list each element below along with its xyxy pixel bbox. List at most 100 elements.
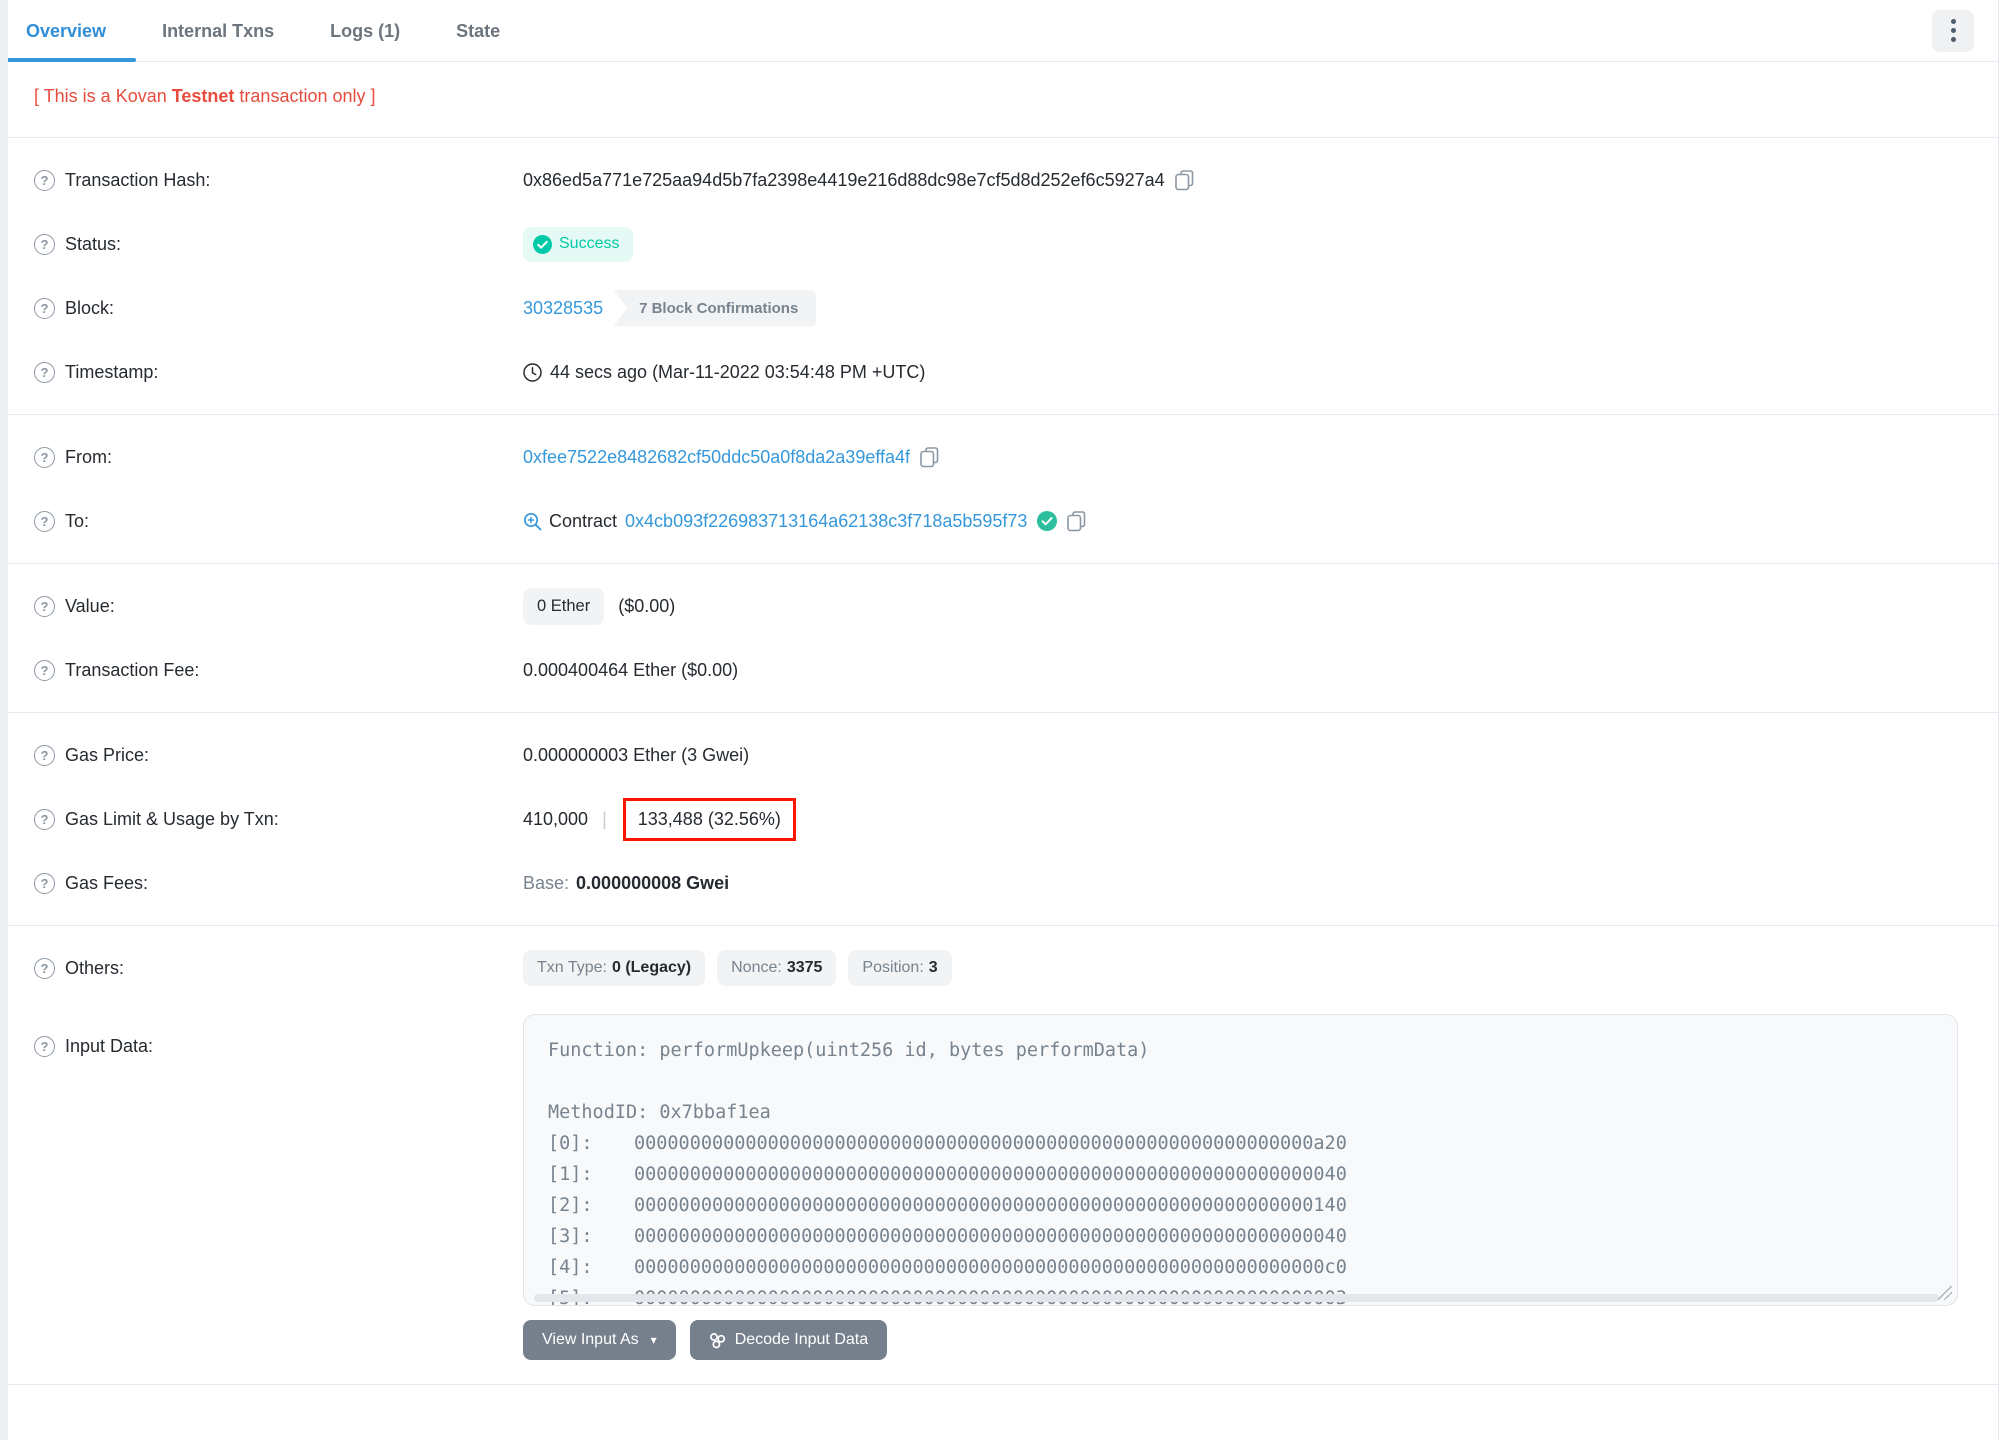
help-icon[interactable]: ? bbox=[34, 510, 55, 532]
transaction-overview-card: Overview Internal Txns Logs (1) State [ … bbox=[8, 0, 1999, 1440]
position-value: 3 bbox=[928, 959, 938, 976]
notice-bold: Testnet bbox=[171, 86, 235, 106]
nonce-label: Nonce: bbox=[731, 959, 782, 976]
tab-bar: Overview Internal Txns Logs (1) State bbox=[8, 0, 1998, 62]
gas-fees-label: Gas Fees: bbox=[65, 872, 149, 893]
active-tab-underline bbox=[8, 58, 136, 62]
tab-state[interactable]: State bbox=[456, 0, 500, 62]
row-timestamp: ? Timestamp: 44 secs ago (Mar-11-2022 03… bbox=[34, 340, 1972, 404]
to-contract-word: Contract bbox=[549, 510, 618, 531]
testnet-notice: [ This is a Kovan Testnet transaction on… bbox=[8, 62, 1998, 138]
copy-icon[interactable] bbox=[920, 446, 939, 468]
help-icon[interactable]: ? bbox=[34, 957, 55, 979]
input-param-line: [1]: 000000000000000000000000000000000000… bbox=[548, 1164, 1347, 1185]
horizontal-scrollbar[interactable] bbox=[534, 1294, 1939, 1302]
input-param-line: [3]: 000000000000000000000000000000000000… bbox=[548, 1226, 1347, 1247]
notice-suffix: transaction only ] bbox=[234, 86, 376, 106]
status-label: Status: bbox=[65, 233, 122, 254]
gas-usage-value: 133,488 (32.56%) bbox=[637, 808, 781, 829]
help-icon[interactable]: ? bbox=[34, 659, 55, 681]
section-hash-status-block: ? Transaction Hash: 0x86ed5a771e725aa94d… bbox=[8, 138, 1998, 414]
tab-overview-label: Overview bbox=[26, 20, 107, 41]
row-status: ? Status: Success bbox=[34, 212, 1972, 276]
help-icon[interactable]: ? bbox=[34, 1036, 55, 1057]
transaction-fee-value: 0.000400464 Ether ($0.00) bbox=[523, 659, 739, 680]
help-icon[interactable]: ? bbox=[34, 169, 55, 191]
tab-overview[interactable]: Overview bbox=[8, 0, 136, 62]
section-others-input: ? Others: Txn Type: 0 (Legacy) Nonce: 33… bbox=[8, 925, 1998, 1385]
tab-logs[interactable]: Logs (1) bbox=[330, 0, 400, 62]
status-text: Success bbox=[559, 235, 620, 252]
gas-fees-base-label: Base: bbox=[523, 872, 570, 893]
kebab-dots-icon bbox=[1950, 19, 1956, 24]
transaction-fee-label: Transaction Fee: bbox=[65, 659, 200, 680]
clock-icon bbox=[523, 362, 542, 382]
help-icon[interactable]: ? bbox=[34, 808, 55, 830]
gas-fees-base-value: 0.000000008 Gwei bbox=[576, 872, 730, 893]
to-label: To: bbox=[65, 510, 90, 531]
help-icon[interactable]: ? bbox=[34, 595, 55, 617]
input-param-line: [4]: 000000000000000000000000000000000000… bbox=[548, 1257, 1347, 1278]
gas-usage-annotation-box: 133,488 (32.56%) bbox=[622, 797, 796, 841]
transaction-hash-value: 0x86ed5a771e725aa94d5b7fa2398e4419e216d8… bbox=[523, 169, 1165, 190]
gas-price-label: Gas Price: bbox=[65, 744, 150, 765]
more-options-button[interactable] bbox=[1932, 9, 1974, 52]
resize-handle[interactable] bbox=[1938, 1286, 1952, 1300]
help-icon[interactable]: ? bbox=[34, 744, 55, 766]
value-amount-badge: 0 Ether bbox=[523, 587, 605, 625]
view-input-as-button[interactable]: View Input As ▾ bbox=[523, 1320, 676, 1360]
block-confirmations-badge: 7 Block Confirmations bbox=[613, 289, 817, 327]
view-input-as-label: View Input As bbox=[542, 1331, 639, 1348]
from-label: From: bbox=[65, 446, 112, 467]
contract-magnifier-icon bbox=[523, 512, 542, 531]
row-to: ? To: Contract 0x4cb093f226983713164a621… bbox=[34, 489, 1972, 553]
help-icon[interactable]: ? bbox=[34, 297, 55, 319]
row-gas-limit-usage: ? Gas Limit & Usage by Txn: 410,000 | 13… bbox=[34, 787, 1972, 851]
position-badge: Position: 3 bbox=[848, 950, 952, 986]
txn-type-badge: Txn Type: 0 (Legacy) bbox=[523, 950, 706, 986]
help-icon[interactable]: ? bbox=[34, 233, 55, 255]
input-param-line: [2]: 000000000000000000000000000000000000… bbox=[548, 1195, 1347, 1216]
nonce-value: 3375 bbox=[786, 959, 823, 976]
copy-icon[interactable] bbox=[1067, 510, 1086, 532]
gas-separator: | bbox=[602, 808, 607, 829]
input-data-textarea[interactable]: Function: performUpkeep(uint256 id, byte… bbox=[523, 1014, 1958, 1306]
decode-input-data-button[interactable]: Decode Input Data bbox=[689, 1320, 888, 1360]
decode-input-data-label: Decode Input Data bbox=[734, 1331, 869, 1348]
value-usd: ($0.00) bbox=[618, 595, 676, 616]
copy-icon[interactable] bbox=[1174, 169, 1194, 191]
timestamp-value: 44 secs ago (Mar-11-2022 03:54:48 PM +UT… bbox=[550, 361, 926, 382]
tab-internal-txns[interactable]: Internal Txns bbox=[162, 0, 274, 62]
decode-icon bbox=[709, 1332, 726, 1349]
others-label: Others: bbox=[65, 957, 125, 978]
block-number-link[interactable]: 30328535 bbox=[523, 298, 603, 319]
help-icon[interactable]: ? bbox=[34, 361, 55, 383]
value-amount: 0 Ether bbox=[537, 596, 591, 615]
section-gas: ? Gas Price: 0.000000003 Ether (3 Gwei) … bbox=[8, 712, 1998, 925]
chevron-down-icon: ▾ bbox=[650, 1333, 657, 1347]
row-gas-fees: ? Gas Fees: Base: 0.000000008 Gwei bbox=[34, 851, 1972, 915]
status-badge: Success bbox=[523, 226, 634, 262]
block-label: Block: bbox=[65, 297, 115, 318]
section-value-fee: ? Value: 0 Ether ($0.00) ? Transaction F… bbox=[8, 563, 1998, 712]
check-circle-icon bbox=[533, 234, 552, 254]
to-address-link[interactable]: 0x4cb093f226983713164a62138c3f718a5b595f… bbox=[625, 511, 1027, 532]
row-block: ? Block: 30328535 7 Block Confirmations bbox=[34, 276, 1972, 340]
help-icon[interactable]: ? bbox=[34, 872, 55, 894]
row-input-data: ? Input Data: Function: performUpkeep(ui… bbox=[34, 1014, 1972, 1360]
row-gas-price: ? Gas Price: 0.000000003 Ether (3 Gwei) bbox=[34, 723, 1972, 787]
value-label: Value: bbox=[65, 595, 115, 616]
help-icon[interactable]: ? bbox=[34, 446, 55, 468]
input-function-line: Function: performUpkeep(uint256 id, byte… bbox=[548, 1040, 1150, 1061]
input-param-line: [0]: 000000000000000000000000000000000000… bbox=[548, 1133, 1347, 1154]
row-from: ? From: 0xfee7522e8482682cf50ddc50a0f8da… bbox=[34, 425, 1972, 489]
row-transaction-hash: ? Transaction Hash: 0x86ed5a771e725aa94d… bbox=[34, 148, 1972, 212]
verified-check-icon bbox=[1037, 511, 1058, 531]
position-label: Position: bbox=[862, 959, 924, 976]
gas-limit-label: Gas Limit & Usage by Txn: bbox=[65, 808, 279, 829]
nonce-badge: Nonce: 3375 bbox=[717, 950, 837, 986]
gas-limit-value: 410,000 bbox=[523, 808, 589, 829]
gas-price-value: 0.000000003 Ether (3 Gwei) bbox=[523, 744, 750, 765]
input-methodid-line: MethodID: 0x7bbaf1ea bbox=[548, 1102, 771, 1123]
from-address-link[interactable]: 0xfee7522e8482682cf50ddc50a0f8da2a39effa… bbox=[523, 447, 910, 468]
